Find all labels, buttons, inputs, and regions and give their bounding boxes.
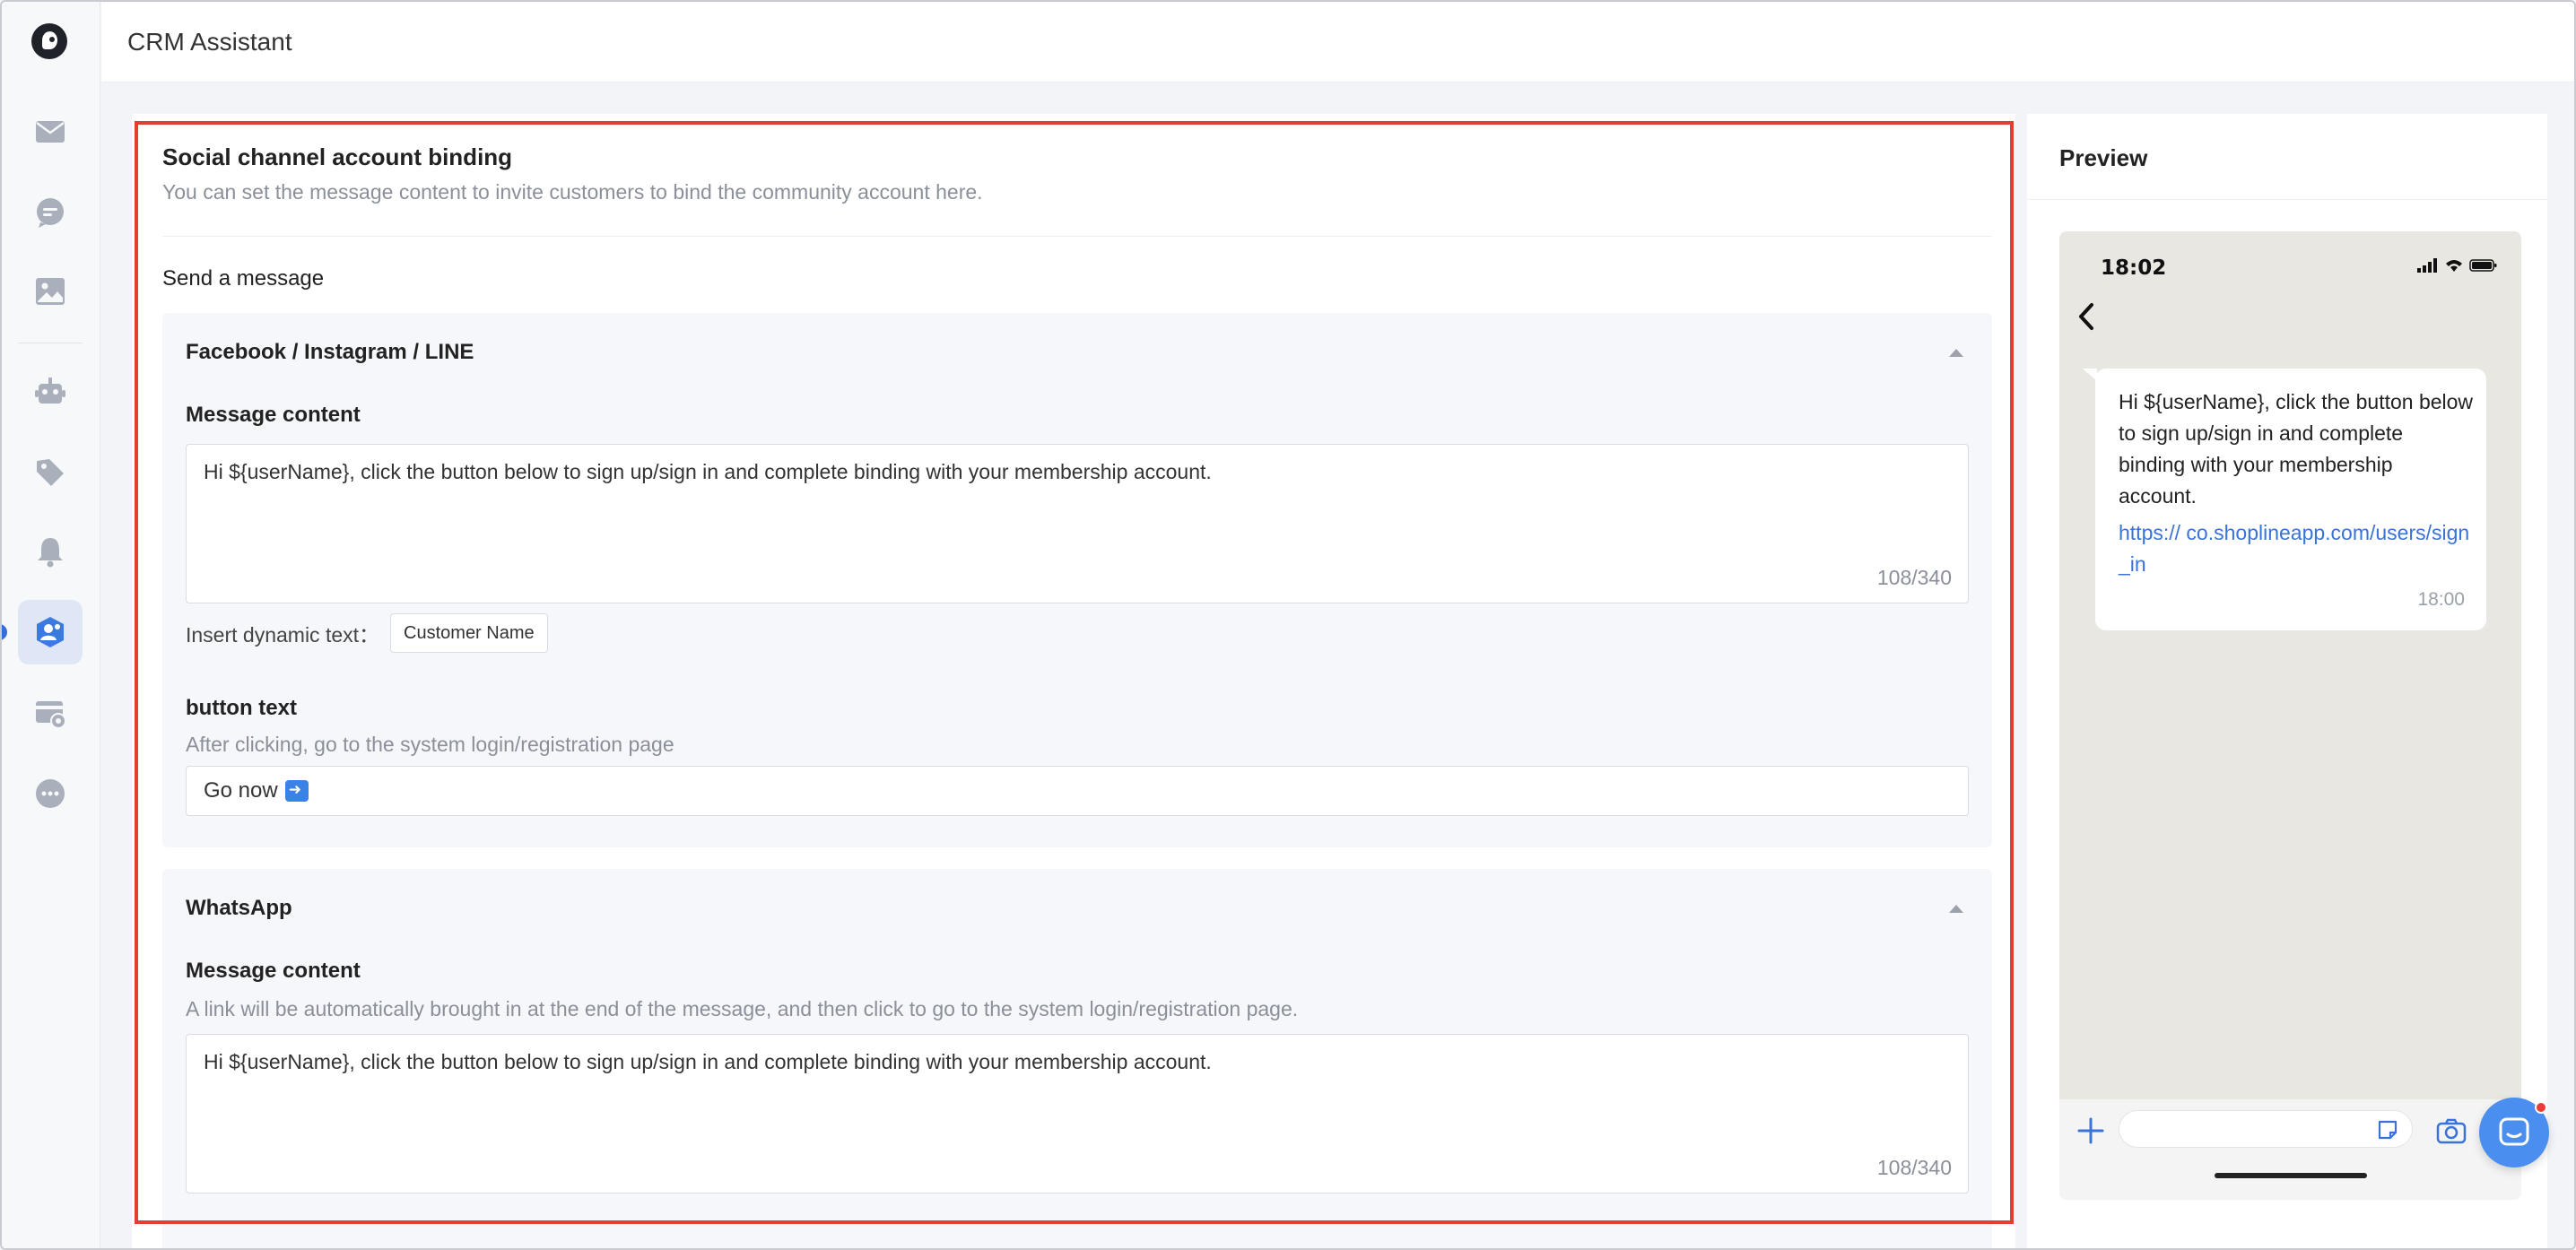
sticker-icon[interactable] [2376, 1118, 2399, 1141]
wa-message-label: Message content [186, 959, 361, 983]
sidebar-item-chat[interactable] [18, 180, 83, 245]
preview-title: Preview [2059, 144, 2148, 171]
preview-panel: Preview 18:02 Hi ${userName}, click the … [2027, 114, 2547, 1248]
arrow-right-icon [284, 780, 309, 802]
whatsapp-card-title: WhatsApp [186, 896, 292, 920]
notification-dot [2535, 1101, 2547, 1114]
page-title: CRM Assistant [127, 27, 292, 56]
collapse-caret-icon[interactable] [1949, 905, 1963, 913]
phone-status-icons [2417, 258, 2498, 273]
wifi-icon [2446, 260, 2462, 272]
chat-icon [37, 198, 64, 228]
tag-icon [37, 459, 64, 486]
fb-message-count: 108/340 [1876, 566, 1952, 589]
section-title: Social channel account binding [162, 143, 513, 170]
sidebar-item-card-settings[interactable] [18, 681, 83, 745]
fb-message-value: Hi ${userName}, click the button below t… [204, 460, 1212, 483]
camera-icon[interactable] [2436, 1117, 2467, 1144]
phone-clock: 18:02 [2101, 256, 2167, 280]
wa-message-count: 108/340 [1876, 1156, 1952, 1179]
button-text-input[interactable]: Go now [186, 766, 1969, 816]
fb-card-title: Facebook / Instagram / LINE [186, 340, 474, 364]
more-icon [36, 779, 65, 808]
phone-mockup: 18:02 Hi ${userName}, click the button b… [2059, 231, 2521, 1200]
image-icon [36, 278, 65, 305]
app-window: CRM Assistant Social channel account bin… [0, 0, 2576, 1250]
message-bubble: Hi ${userName}, click the button below t… [2083, 369, 2486, 630]
wa-message-hint: A link will be automatically brought in … [186, 997, 1299, 1020]
plus-icon[interactable] [2076, 1115, 2106, 1146]
send-message-label: Send a message [162, 266, 325, 291]
mail-icon [36, 121, 65, 143]
wa-message-value: Hi ${userName}, click the button below t… [204, 1050, 1212, 1073]
support-chat-button[interactable] [2479, 1098, 2549, 1168]
customer-name-tag-button[interactable]: Customer Name [390, 613, 548, 653]
collapse-caret-icon[interactable] [1949, 349, 1963, 357]
card-settings-icon [36, 701, 66, 729]
signal-icon [2417, 258, 2437, 273]
sidebar [2, 2, 100, 1248]
bubble-timestamp: 18:00 [2417, 589, 2465, 610]
chat-bubble-icon [2499, 1117, 2529, 1146]
phone-chat-input[interactable] [2119, 1110, 2413, 1148]
fb-ig-line-card: Facebook / Instagram / LINE Message cont… [162, 313, 1992, 847]
whatsapp-card: WhatsApp Message content A link will be … [162, 869, 1992, 1248]
fb-message-label: Message content [186, 403, 361, 427]
bubble-text: Hi ${userName}, click the button below t… [2119, 390, 2474, 508]
phone-input-bar [2059, 1099, 2521, 1200]
sidebar-item-members[interactable] [18, 600, 83, 664]
sidebar-item-robot[interactable] [18, 360, 83, 424]
app-logo[interactable] [31, 23, 67, 59]
top-header: CRM Assistant [101, 2, 2574, 82]
sidebar-item-notifications[interactable] [18, 519, 83, 584]
button-text-label: button text [186, 696, 297, 720]
dynamic-text-label: Insert dynamic text： [186, 623, 380, 647]
binding-settings-panel: Social channel account binding You can s… [132, 114, 2015, 1248]
robot-icon [35, 378, 65, 404]
section-divider [162, 236, 1992, 237]
home-indicator [2215, 1173, 2367, 1178]
sidebar-item-mail[interactable] [18, 100, 83, 164]
fb-message-textarea[interactable]: Hi ${userName}, click the button below t… [186, 444, 1969, 603]
member-icon [37, 617, 64, 647]
section-description: You can set the message content to invit… [162, 180, 983, 204]
preview-divider [2027, 199, 2547, 200]
sidebar-item-more[interactable] [18, 761, 83, 826]
sidebar-item-tag[interactable] [18, 440, 83, 505]
back-chevron-icon[interactable] [2076, 301, 2097, 332]
wa-message-textarea[interactable]: Hi ${userName}, click the button below t… [186, 1034, 1969, 1194]
button-text-hint: After clicking, go to the system login/r… [186, 733, 674, 756]
bubble-link[interactable]: https:// co.shoplineapp.com/users/sign_i… [2119, 517, 2474, 580]
dynamic-text-row: Insert dynamic text： Customer Name [186, 613, 548, 653]
battery-icon [2469, 259, 2497, 272]
bell-icon [38, 538, 63, 568]
sidebar-item-image[interactable] [18, 259, 83, 324]
button-text-value: Go now [204, 778, 278, 803]
